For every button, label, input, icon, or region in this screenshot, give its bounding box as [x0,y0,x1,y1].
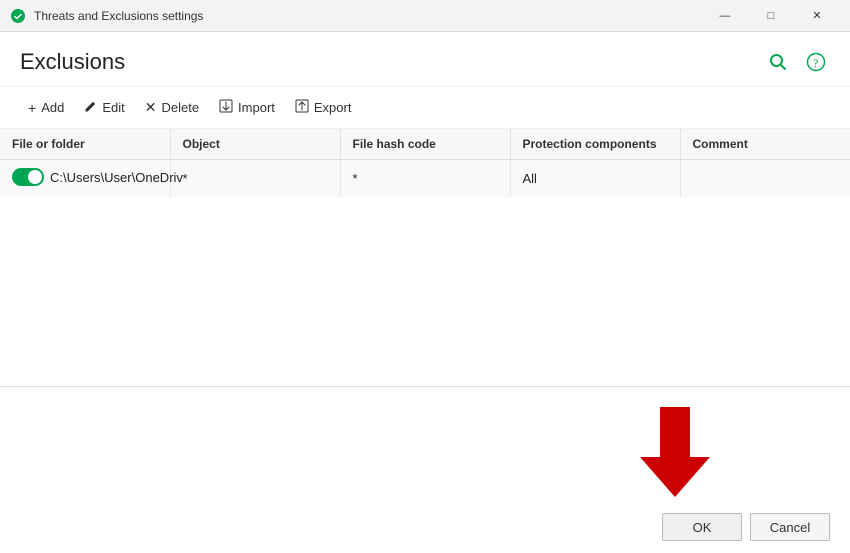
app-icon [10,8,26,24]
file-path: C:\Users\User\OneDriv [50,170,183,185]
add-button[interactable]: + Add [20,96,72,120]
toggle-track[interactable] [12,168,44,186]
export-label: Export [314,100,352,115]
add-label: Add [41,100,64,115]
edit-button[interactable]: Edit [76,96,132,120]
edit-icon [84,100,97,116]
header-icons: ? [764,48,830,76]
cell-object: * [170,160,340,198]
window-controls: — □ ✕ [702,0,840,32]
titlebar: Threats and Exclusions settings — □ ✕ [0,0,850,32]
cancel-button[interactable]: Cancel [750,513,830,541]
ok-button[interactable]: OK [662,513,742,541]
main-content: Exclusions ? + Add [0,32,850,553]
edit-label: Edit [102,100,124,115]
cell-hash: * [340,160,510,198]
col-header-protection: Protection components [510,129,680,160]
page-header: Exclusions ? [0,32,850,87]
cell-comment [680,160,850,198]
row-toggle[interactable]: C:\Users\User\OneDriv [12,168,183,186]
footer-buttons: OK Cancel [0,505,850,553]
col-header-comment: Comment [680,129,850,160]
col-header-file: File or folder [0,129,170,160]
delete-button[interactable]: ✕ Delete [137,95,207,120]
cell-protection: All [510,160,680,198]
cell-file: C:\Users\User\OneDriv [0,160,170,198]
exclusions-table-container: File or folder Object File hash code Pro… [0,129,850,386]
delete-icon: ✕ [145,99,157,116]
col-header-object: Object [170,129,340,160]
export-icon [295,99,309,116]
maximize-button[interactable]: □ [748,0,794,32]
help-icon: ? [806,52,826,72]
close-button[interactable]: ✕ [794,0,840,32]
toggle-thumb [28,170,42,184]
import-icon [219,99,233,116]
table-header-row: File or folder Object File hash code Pro… [0,129,850,160]
search-icon [768,52,788,72]
delete-label: Delete [161,100,199,115]
help-button[interactable]: ? [802,48,830,76]
toolbar: + Add Edit ✕ Delete Import [0,87,850,129]
col-header-hash: File hash code [340,129,510,160]
exclusions-table: File or folder Object File hash code Pro… [0,129,850,197]
titlebar-title: Threats and Exclusions settings [34,9,702,23]
down-arrow-icon [640,407,710,497]
page-title: Exclusions [20,49,125,75]
footer: OK Cancel [0,386,850,553]
search-button[interactable] [764,48,792,76]
svg-text:?: ? [813,56,818,70]
table-row[interactable]: C:\Users\User\OneDriv * * All [0,160,850,198]
minimize-button[interactable]: — [702,0,748,32]
export-button[interactable]: Export [287,95,360,120]
import-button[interactable]: Import [211,95,283,120]
add-icon: + [28,100,36,116]
import-label: Import [238,100,275,115]
